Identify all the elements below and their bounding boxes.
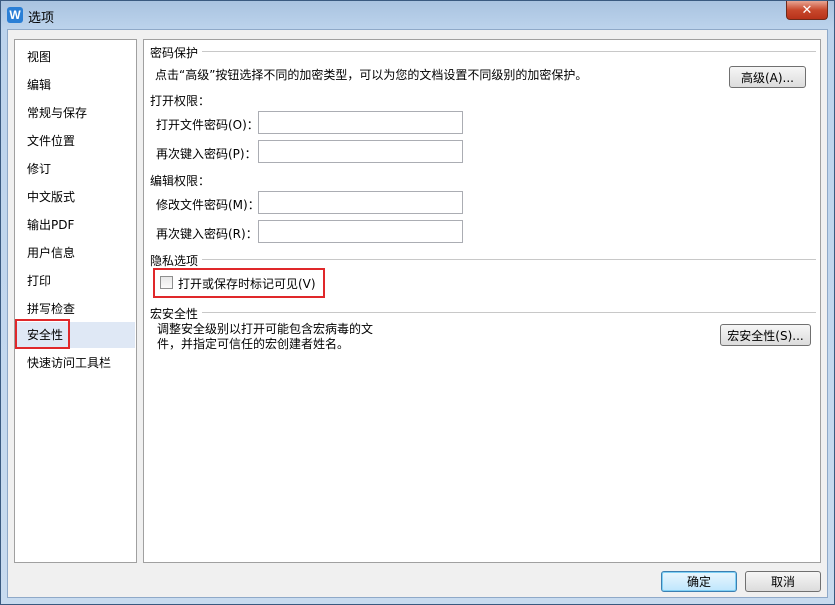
sidebar-item-revision[interactable]: 修订 — [16, 156, 135, 182]
open-permission-title: 打开权限： — [150, 94, 211, 108]
sidebar-item-view[interactable]: 视图 — [16, 44, 135, 70]
open-password-confirm-label: 再次键入密码(P)： — [156, 147, 257, 161]
open-password-confirm-input[interactable] — [258, 140, 463, 163]
close-button[interactable]: ✕ — [786, 1, 828, 20]
mark-visible-label[interactable]: 打开或保存时标记可见(V) — [178, 275, 316, 292]
sidebar-item-edit[interactable]: 编辑 — [16, 72, 135, 98]
sidebar-item-security[interactable]: 安全性 — [16, 322, 135, 348]
sidebar-item-quick-access-toolbar[interactable]: 快速访问工具栏 — [16, 350, 135, 376]
macro-section-divider — [150, 312, 816, 313]
macro-security-button[interactable]: 宏安全性(S)... — [720, 324, 811, 346]
macro-description-line2: 件，并指定可信任的宏创建者姓名。 — [157, 337, 350, 351]
ok-button[interactable]: 确定 — [661, 571, 737, 592]
macro-section-title: 宏安全性 — [150, 305, 203, 322]
edit-permission-title: 编辑权限： — [150, 174, 211, 188]
edit-password-confirm-label: 再次键入密码(R)： — [156, 227, 258, 241]
sidebar-item-export-pdf[interactable]: 输出PDF — [16, 212, 135, 238]
password-description: 点击“高级”按钮选择不同的加密类型，可以为您的文档设置不同级别的加密保护。 — [155, 68, 588, 82]
edit-password-input[interactable] — [258, 191, 463, 214]
title-bar[interactable]: W 选项 ✕ — [1, 1, 834, 29]
privacy-section-divider — [150, 259, 816, 260]
dialog-body: 视图 编辑 常规与保存 文件位置 修订 中文版式 输出PDF 用户信息 打印 拼… — [7, 29, 828, 598]
options-dialog: W 选项 ✕ 视图 编辑 常规与保存 文件位置 修订 中文版式 输出PDF 用户… — [0, 0, 835, 605]
cancel-button[interactable]: 取消 — [745, 571, 821, 592]
privacy-section-title: 隐私选项 — [150, 252, 203, 269]
mark-visible-checkbox[interactable] — [160, 276, 173, 289]
sidebar-item-user-info[interactable]: 用户信息 — [16, 240, 135, 266]
edit-password-label: 修改文件密码(M)： — [156, 198, 260, 212]
sidebar-item-spell-check[interactable]: 拼写检查 — [16, 296, 135, 322]
password-section-divider — [150, 51, 816, 52]
sidebar-item-file-location[interactable]: 文件位置 — [16, 128, 135, 154]
password-section-title: 密码保护 — [150, 44, 203, 61]
macro-description-line1: 调整安全级别以打开可能包含宏病毒的文 — [157, 322, 374, 336]
open-password-label: 打开文件密码(O)： — [156, 118, 259, 132]
security-settings-panel: 密码保护 点击“高级”按钮选择不同的加密类型，可以为您的文档设置不同级别的加密保… — [143, 39, 821, 563]
advanced-button[interactable]: 高级(A)... — [729, 66, 806, 88]
sidebar-item-general-save[interactable]: 常规与保存 — [16, 100, 135, 126]
wps-writer-icon: W — [7, 7, 23, 23]
open-password-input[interactable] — [258, 111, 463, 134]
edit-password-confirm-input[interactable] — [258, 220, 463, 243]
sidebar-item-print[interactable]: 打印 — [16, 268, 135, 294]
window-title: 选项 — [28, 11, 55, 26]
sidebar-item-chinese-layout[interactable]: 中文版式 — [16, 184, 135, 210]
options-category-list: 视图 编辑 常规与保存 文件位置 修订 中文版式 输出PDF 用户信息 打印 拼… — [14, 39, 137, 563]
